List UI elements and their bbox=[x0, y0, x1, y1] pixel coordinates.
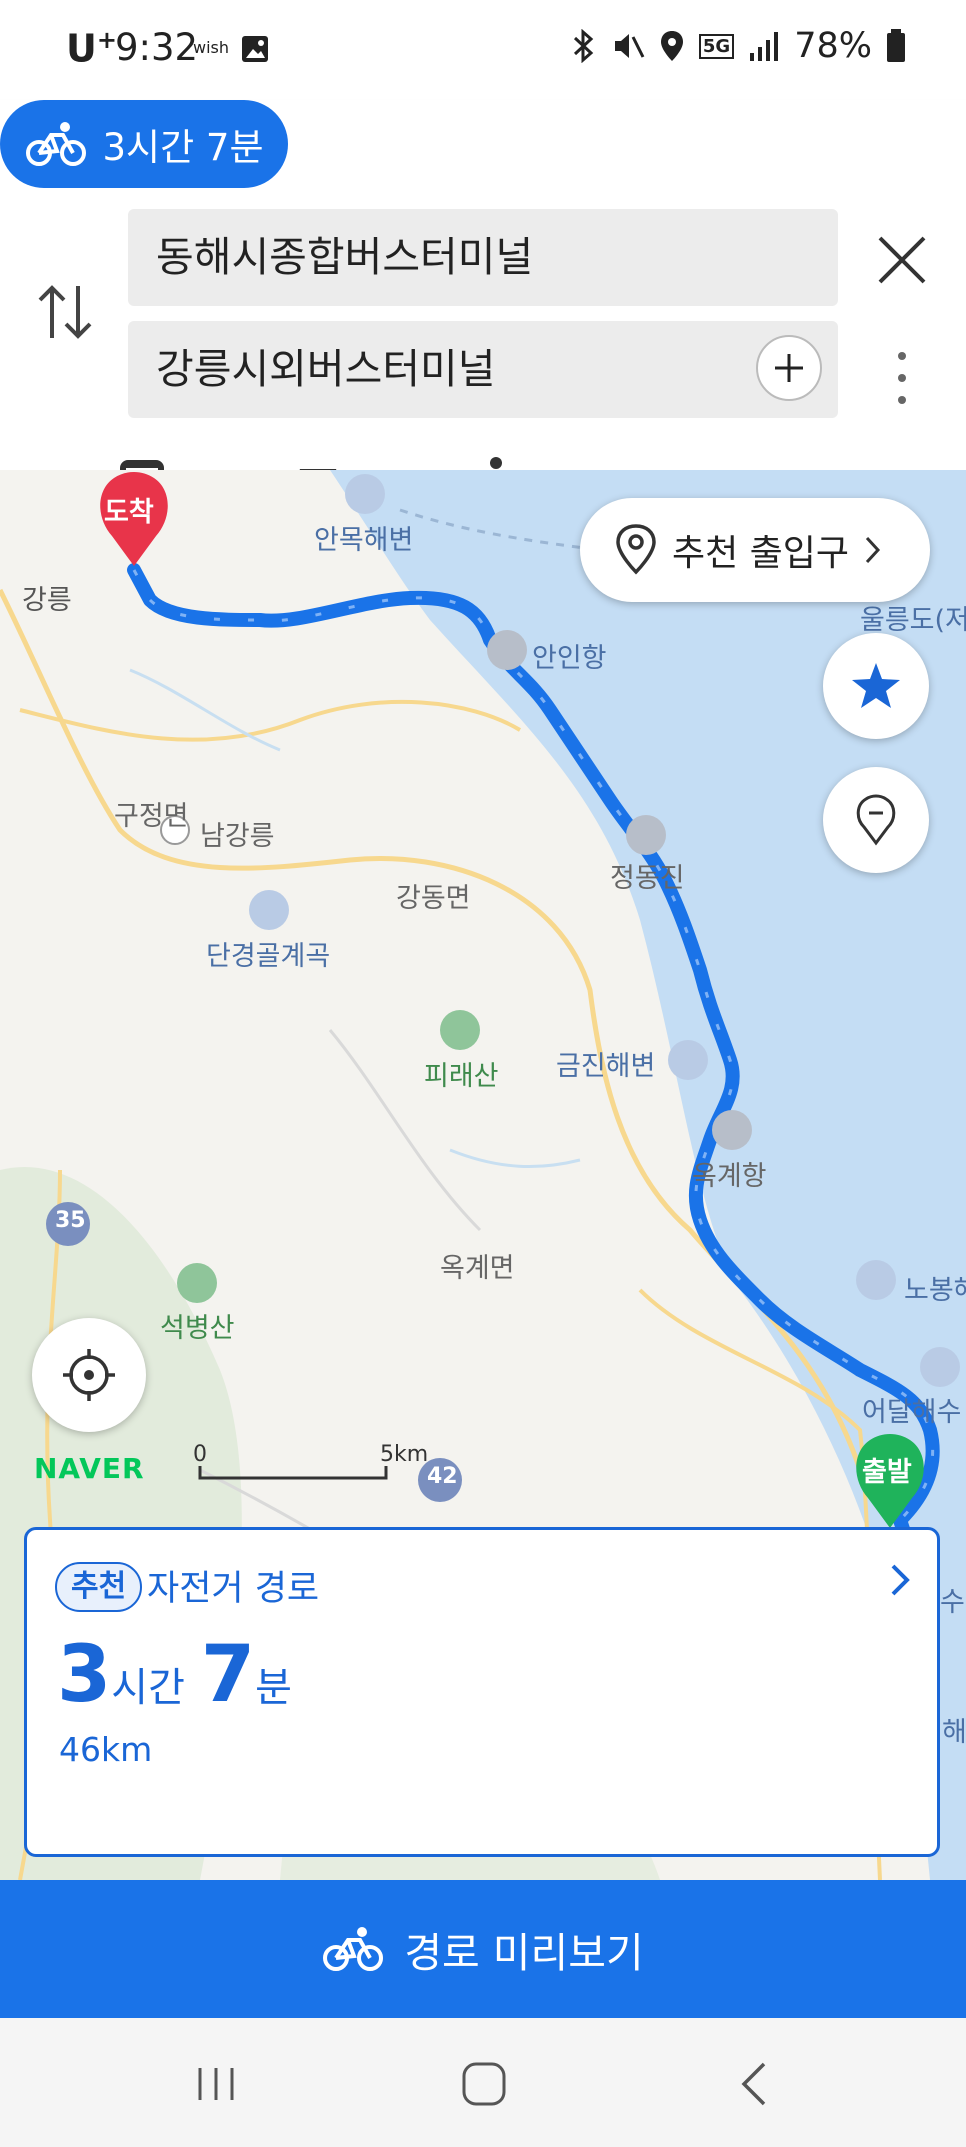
map-pin-button[interactable] bbox=[823, 767, 929, 873]
duration-hours-unit: 시간 bbox=[111, 1665, 185, 1711]
arrival-label: 도착 bbox=[104, 497, 154, 528]
location-pin-icon bbox=[616, 524, 656, 575]
network-badge: 5G bbox=[698, 33, 735, 59]
back-icon[interactable] bbox=[726, 2054, 786, 2114]
bluetooth-icon bbox=[573, 29, 594, 63]
gallery-icon bbox=[242, 36, 268, 62]
status-bar: U+ 9:32 wish 5G 78% bbox=[0, 0, 966, 100]
map-label-geumjin: 금진해변 bbox=[556, 1051, 656, 1082]
map-label-piraesan: 피래산 bbox=[424, 1061, 499, 1092]
status-wish: wish bbox=[193, 38, 230, 57]
location-icon bbox=[660, 31, 683, 61]
home-icon[interactable] bbox=[454, 2054, 514, 2114]
entrance-label: 추천 출입구 bbox=[672, 533, 850, 574]
add-waypoint-button[interactable] bbox=[756, 335, 822, 401]
map-label-anin: 안인항 bbox=[532, 643, 607, 674]
mode-bike-button[interactable]: 3시간 7분 bbox=[0, 100, 288, 188]
signal-icon bbox=[750, 32, 779, 61]
system-nav-bar bbox=[0, 2018, 966, 2147]
scale-end: 5km bbox=[380, 1442, 429, 1467]
map-label-gujeong: 구정면 bbox=[114, 801, 189, 832]
route-35-marker: 35 bbox=[55, 1208, 86, 1233]
status-icons: 5G 78% bbox=[571, 26, 906, 66]
battery-icon bbox=[887, 29, 905, 62]
pin-icon bbox=[856, 794, 896, 846]
duration-minutes: 7 bbox=[200, 1630, 256, 1720]
destination-text: 강릉시외버스터미널 bbox=[156, 345, 496, 393]
map-label-namgangneung: 남강릉 bbox=[200, 821, 275, 852]
recommended-badge: 추천 bbox=[55, 1562, 143, 1612]
map-label-eodal: 어달해수 bbox=[862, 1397, 962, 1428]
map-label-su: 수 bbox=[940, 1587, 965, 1618]
route-type-label: 자전거 경로 bbox=[147, 1569, 320, 1609]
departure-label: 출발 bbox=[862, 1457, 912, 1488]
bike-icon bbox=[323, 1927, 384, 1971]
duration-minutes-unit: 분 bbox=[255, 1665, 292, 1711]
swap-direction-icon[interactable] bbox=[34, 280, 96, 344]
map-label-gangdong: 강동면 bbox=[396, 883, 471, 914]
scale-bar bbox=[198, 1466, 388, 1480]
duration-hours: 3 bbox=[57, 1630, 112, 1720]
route-preview-button[interactable]: 경로 미리보기 bbox=[0, 1880, 966, 2018]
naver-logo: NAVER bbox=[34, 1452, 145, 1485]
favorite-button[interactable] bbox=[823, 633, 929, 739]
battery-percent: 78% bbox=[794, 26, 872, 66]
route-summary-card[interactable]: 추천 자전거 경로 3시간 7분 46km bbox=[24, 1527, 940, 1857]
map-label-okgye: 옥계면 bbox=[440, 1253, 515, 1284]
bike-duration: 3시간 7분 bbox=[102, 126, 264, 169]
map-label-ulleung: 울릉도(저 bbox=[860, 605, 966, 636]
preview-label: 경로 미리보기 bbox=[404, 1929, 644, 1977]
plus-icon bbox=[775, 354, 803, 382]
destination-field[interactable]: 강릉시외버스터미널 bbox=[128, 321, 838, 418]
current-location-button[interactable] bbox=[32, 1318, 146, 1432]
chevron-right-icon[interactable] bbox=[885, 1560, 915, 1600]
origin-field[interactable]: 동해시종합버스터미널 bbox=[128, 209, 838, 306]
scale-start: 0 bbox=[193, 1442, 207, 1467]
route-42-marker: 42 bbox=[427, 1464, 458, 1489]
close-icon[interactable] bbox=[872, 230, 932, 290]
status-time: 9:32 bbox=[115, 26, 199, 69]
map-label-seokbyeong: 석병산 bbox=[160, 1313, 235, 1344]
route-distance: 46km bbox=[59, 1730, 153, 1769]
map-label-gangneung: 강릉 bbox=[22, 585, 72, 616]
route-duration: 3시간 7분 bbox=[57, 1630, 308, 1720]
map-label-jeongdongjin: 정동진 bbox=[610, 863, 685, 894]
map-label-dangyeong: 단경골계곡 bbox=[206, 941, 331, 972]
route-search-panel: 동해시종합버스터미널 강릉시외버스터미널 3시간 7분 bbox=[0, 100, 966, 514]
mute-icon bbox=[614, 34, 645, 58]
more-options-icon[interactable] bbox=[888, 348, 916, 408]
chevron-right-icon bbox=[865, 536, 881, 564]
map-label-hae: 해 bbox=[942, 1717, 966, 1748]
bike-icon bbox=[25, 122, 86, 166]
map-label-anmok: 안목해변 bbox=[314, 525, 414, 556]
recommended-entrance-button[interactable]: 추천 출입구 bbox=[580, 498, 930, 602]
map-label-okgye-port: 옥계항 bbox=[692, 1161, 767, 1192]
recent-apps-icon[interactable] bbox=[186, 2054, 246, 2114]
carrier-label: U+ bbox=[66, 26, 117, 71]
crosshair-icon bbox=[63, 1349, 115, 1401]
map-label-nobong: 노봉해 bbox=[904, 1275, 966, 1306]
star-icon bbox=[852, 663, 900, 708]
